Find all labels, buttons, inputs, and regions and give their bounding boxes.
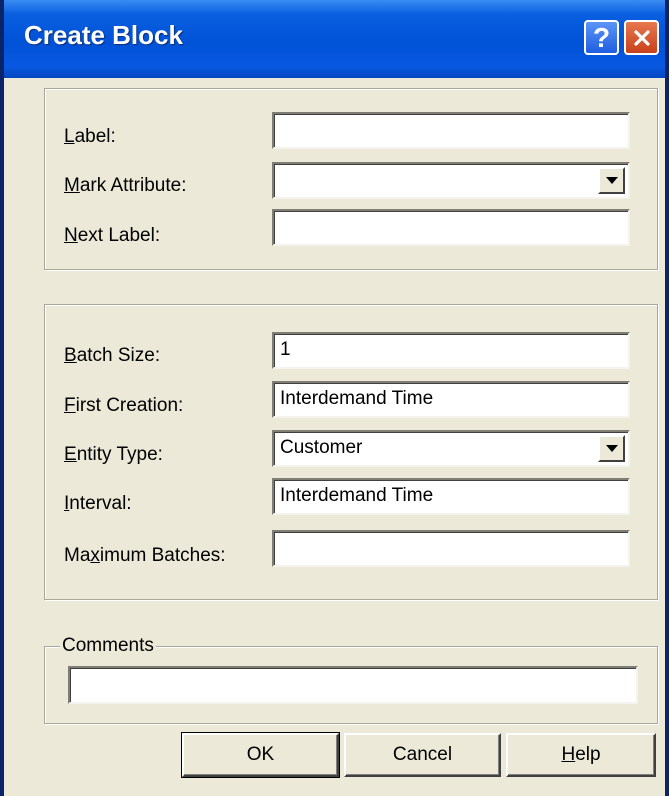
cancel-button[interactable]: Cancel (344, 733, 501, 777)
entity-type-select[interactable]: Customer (272, 430, 630, 467)
chevron-down-icon (605, 445, 618, 452)
entity-type-value: Customer (280, 437, 363, 458)
comments-input[interactable] (68, 666, 638, 704)
first-creation-label: First Creation: (64, 395, 184, 416)
dialog-title: Create Block (24, 20, 183, 50)
maximum-batches-input[interactable] (272, 530, 630, 567)
label-input[interactable] (272, 112, 630, 149)
entity-type-label: Entity Type: (64, 444, 163, 465)
create-block-dialog: Create Block ? Label: Mark Attribute: Ne… (0, 0, 669, 796)
interval-label: Interval: (64, 493, 132, 514)
comments-caption: Comments (60, 635, 156, 657)
help-button[interactable]: Help (506, 733, 656, 777)
entity-type-dropdown-button[interactable] (598, 435, 625, 462)
title-bar[interactable]: Create Block ? (4, 0, 665, 78)
mark-attribute-select[interactable] (272, 162, 630, 199)
mark-attribute-label: Mark Attribute: (64, 175, 187, 196)
next-label-label: Next Label: (64, 225, 161, 246)
help-title-button[interactable]: ? (584, 20, 619, 55)
ok-button[interactable]: OK (181, 732, 340, 778)
mark-attribute-dropdown-button[interactable] (598, 167, 625, 194)
batch-size-input[interactable]: 1 (272, 332, 630, 369)
maximum-batches-label: Maximum Batches: (64, 545, 226, 566)
label-label: Label: (64, 126, 116, 147)
next-label-input[interactable] (272, 209, 630, 246)
chevron-down-icon (605, 177, 618, 184)
close-button[interactable] (624, 20, 659, 55)
interval-input[interactable]: Interdemand Time (272, 478, 630, 515)
close-icon (633, 29, 650, 46)
first-creation-input[interactable]: Interdemand Time (272, 381, 630, 418)
question-icon: ? (592, 21, 611, 53)
batch-size-label: Batch Size: (64, 345, 161, 366)
